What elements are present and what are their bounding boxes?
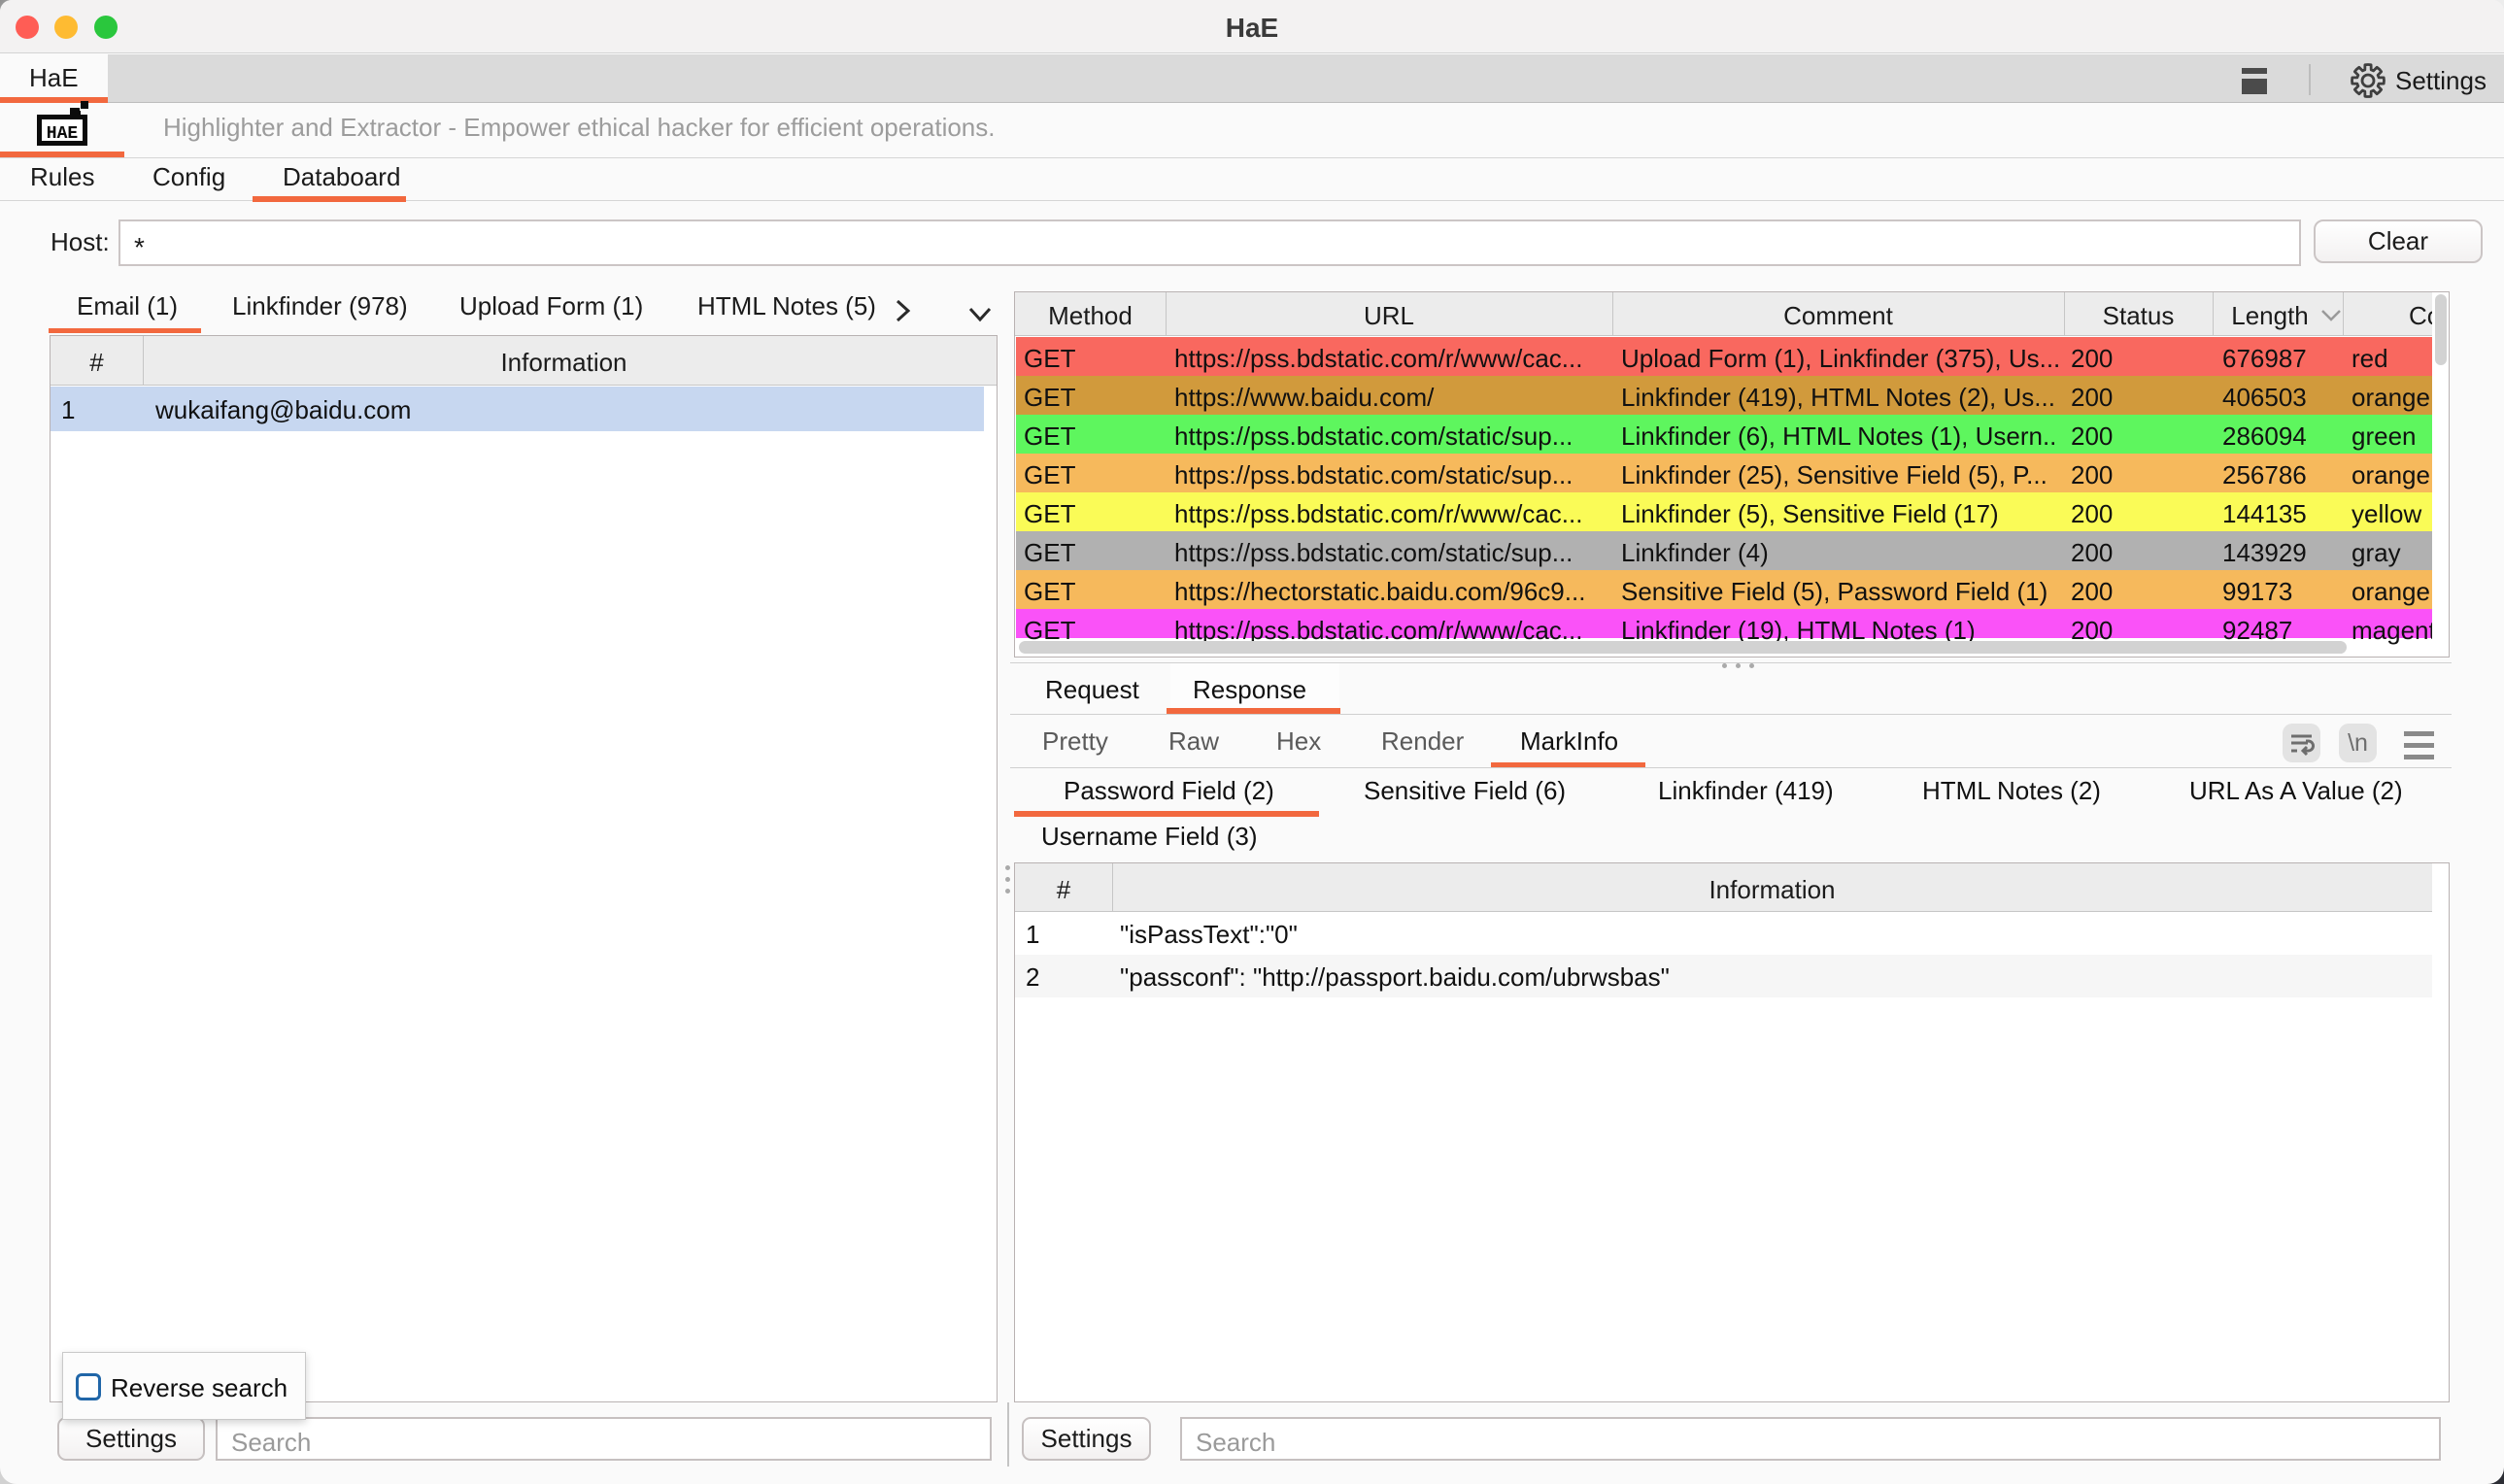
svg-text:HAE: HAE <box>47 124 79 144</box>
